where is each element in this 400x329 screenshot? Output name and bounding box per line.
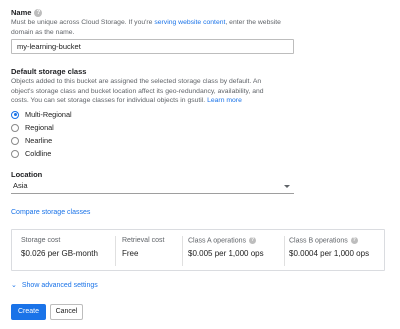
name-description: Must be unique across Cloud Storage. If … bbox=[11, 19, 281, 36]
divider bbox=[182, 236, 183, 266]
storage-class-description: Objects added to this bucket are assigne… bbox=[11, 78, 264, 104]
help-icon[interactable]: ? bbox=[34, 9, 43, 18]
radio-button[interactable] bbox=[11, 136, 19, 145]
storage-class-label: Default storage class bbox=[11, 67, 87, 76]
location-label: Location bbox=[11, 170, 43, 179]
chevron-down-icon: ⌄ bbox=[11, 282, 17, 289]
radio-button-selected[interactable] bbox=[11, 110, 19, 119]
radio-nearline[interactable]: Nearline bbox=[11, 135, 52, 146]
help-icon[interactable]: ? bbox=[350, 237, 358, 244]
cancel-button[interactable]: Cancel bbox=[50, 304, 83, 320]
caret-down-icon bbox=[284, 185, 290, 188]
class-b-column: Class B operations? $0.0004 per 1,000 op… bbox=[289, 237, 370, 259]
bucket-name-input[interactable] bbox=[11, 39, 294, 54]
name-label: Name? bbox=[11, 8, 43, 18]
radio-regional[interactable]: Regional bbox=[11, 122, 54, 133]
radio-multi-regional[interactable]: Multi-Regional bbox=[11, 109, 72, 120]
radio-coldline[interactable]: Coldline bbox=[11, 148, 51, 159]
class-a-column: Class A operations? $0.005 per 1,000 ops bbox=[188, 237, 264, 259]
cost-summary: Storage cost $0.026 per GB-month Retriev… bbox=[11, 229, 385, 271]
help-icon[interactable]: ? bbox=[248, 237, 256, 244]
storage-cost-column: Storage cost $0.026 per GB-month bbox=[21, 237, 98, 258]
learn-more-link[interactable]: Learn more bbox=[207, 97, 242, 104]
radio-button[interactable] bbox=[11, 149, 19, 158]
show-advanced-settings-link[interactable]: ⌄ Show advanced settings bbox=[11, 281, 98, 290]
create-button[interactable]: Create bbox=[11, 304, 46, 320]
retrieval-cost-column: Retrieval cost Free bbox=[122, 237, 165, 258]
divider bbox=[284, 236, 285, 266]
location-select[interactable]: Asia bbox=[11, 180, 294, 194]
radio-button[interactable] bbox=[11, 123, 19, 132]
divider bbox=[115, 236, 116, 266]
serving-website-content-link[interactable]: serving website content bbox=[154, 19, 225, 26]
compare-storage-classes-link[interactable]: Compare storage classes bbox=[11, 209, 90, 216]
